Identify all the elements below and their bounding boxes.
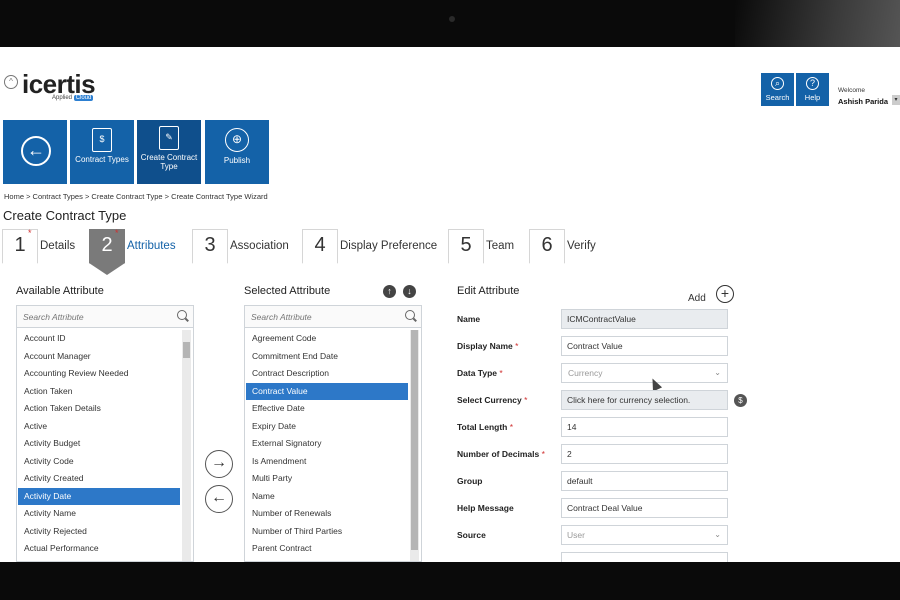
decimals-field[interactable]: 2 <box>561 444 728 464</box>
help-message-field[interactable]: Contract Deal Value <box>561 498 728 518</box>
list-item[interactable]: Effective Date <box>246 400 408 418</box>
welcome-text: Welcome <box>838 87 865 94</box>
available-attribute-title: Available Attribute <box>16 285 104 297</box>
list-item[interactable]: Expiry Date <box>246 418 408 436</box>
search-button[interactable]: ⌕ Search <box>761 73 794 106</box>
name-field[interactable]: ICMContractValue <box>561 309 728 329</box>
data-type-label: Data Type * <box>457 368 503 378</box>
list-item[interactable]: Account Manager <box>18 348 180 366</box>
display-name-label: Display Name * <box>457 341 519 351</box>
list-item[interactable]: Number of Third Parties <box>246 523 408 541</box>
list-item[interactable]: Actual Performance <box>18 540 180 558</box>
chevron-down-icon: ⌄ <box>714 530 721 539</box>
data-type-select[interactable]: Currency ⌄ <box>561 363 728 383</box>
contract-document-icon: $ <box>92 128 112 152</box>
selected-search-input[interactable] <box>251 310 391 324</box>
device-bezel-top <box>0 0 900 47</box>
selected-attribute-list: Agreement CodeCommitment End DateContrac… <box>244 305 422 562</box>
list-item[interactable]: Activity Rejected <box>18 523 180 541</box>
list-item[interactable]: Is Amendment <box>246 453 408 471</box>
scrollbar-thumb[interactable] <box>411 330 418 550</box>
available-search <box>17 306 193 328</box>
list-item[interactable]: Contract Value <box>246 382 408 400</box>
device-bezel-bottom <box>0 562 900 600</box>
list-item[interactable]: Activity Created <box>18 470 180 488</box>
select-currency-field[interactable]: Click here for currency selection. <box>561 390 728 410</box>
required-marker: * <box>28 228 32 238</box>
search-icon: ⌕ <box>771 77 784 90</box>
app-screen: ^ icertis Applied Cloud ⌕ Search ? Help … <box>0 47 900 562</box>
list-item[interactable]: Action Taken <box>18 383 180 401</box>
add-label: Add <box>688 293 706 304</box>
globe-upload-icon: ⊕ <box>225 128 249 152</box>
list-item[interactable]: External Signatory <box>246 435 408 453</box>
logo-tagline: Applied Cloud <box>52 95 94 101</box>
list-item[interactable]: Activity Date <box>18 487 180 505</box>
edit-attribute-title: Edit Attribute <box>457 285 520 297</box>
available-items: Account ID Account Manager Accounting Revi… <box>18 330 180 558</box>
page-title: Create Contract Type <box>3 208 127 223</box>
move-down-icon[interactable]: ↓ <box>403 285 416 298</box>
user-dropdown-icon[interactable]: ▾ <box>892 95 900 105</box>
create-contract-type-button[interactable]: ✎ Create Contract Type <box>137 120 201 184</box>
select-currency-label: Select Currency * <box>457 395 528 405</box>
source-select[interactable]: User ⌄ <box>561 525 728 545</box>
selected-attribute-title: Selected Attribute <box>244 285 331 297</box>
add-attribute-button[interactable]: + <box>716 285 734 303</box>
total-length-field[interactable]: 14 <box>561 417 728 437</box>
list-item[interactable]: Account ID <box>18 330 180 348</box>
group-label: Group <box>457 476 483 486</box>
list-item[interactable]: Activity Name <box>18 505 180 523</box>
list-item[interactable]: Agreement Code <box>246 330 408 348</box>
help-button[interactable]: ? Help <box>796 73 829 106</box>
move-up-icon[interactable]: ↑ <box>383 285 396 298</box>
source-label: Source <box>457 530 486 540</box>
list-item[interactable]: Contract Description <box>246 365 408 383</box>
total-length-label: Total Length * <box>457 422 514 432</box>
selected-search <box>245 306 421 328</box>
help-icon: ? <box>806 77 819 90</box>
list-item[interactable]: Parent Contract <box>246 540 408 558</box>
selected-scrollbar[interactable] <box>410 330 419 561</box>
available-attribute-list: Account IDAccount ManagerAccounting Revi… <box>16 305 194 562</box>
user-name[interactable]: Ashish Parida <box>838 97 888 106</box>
display-name-field[interactable]: Contract Value <box>561 336 728 356</box>
contract-types-button[interactable]: $ Contract Types <box>70 120 134 184</box>
camera <box>449 16 455 22</box>
help-message-label: Help Message <box>457 503 514 513</box>
scrollbar-thumb[interactable] <box>183 342 190 358</box>
back-arrow-icon: ← <box>21 136 51 166</box>
next-field-partial[interactable] <box>561 552 728 562</box>
group-field[interactable]: default <box>561 471 728 491</box>
edit-document-icon: ✎ <box>159 126 179 150</box>
selected-items: Agreement Code Commitment End Date Contrac… <box>246 330 408 558</box>
search-icon[interactable] <box>405 310 415 320</box>
available-scrollbar[interactable] <box>182 330 191 561</box>
list-item[interactable]: Active <box>18 418 180 436</box>
bezel-reflection <box>735 0 900 47</box>
list-item[interactable]: Number of Renewals <box>246 505 408 523</box>
list-item[interactable]: Name <box>246 488 408 506</box>
list-item[interactable]: Multi Party <box>246 470 408 488</box>
logo-swirl-icon: ^ <box>4 75 18 89</box>
back-button[interactable]: ← <box>3 120 67 184</box>
list-item[interactable]: Activity Code <box>18 453 180 471</box>
decimals-label: Number of Decimals * <box>457 449 545 459</box>
required-marker: * <box>115 228 119 238</box>
add-to-selected-button[interactable]: → <box>205 450 233 478</box>
currency-add-icon[interactable]: $ <box>734 394 747 407</box>
list-item[interactable]: Commitment End Date <box>246 348 408 366</box>
list-item[interactable]: Activity Budget <box>18 435 180 453</box>
publish-button[interactable]: ⊕ Publish <box>205 120 269 184</box>
list-item[interactable]: Action Taken Details <box>18 400 180 418</box>
breadcrumb: Home > Contract Types > Create Contract … <box>4 192 268 201</box>
remove-from-selected-button[interactable]: ← <box>205 485 233 513</box>
search-icon[interactable] <box>177 310 187 320</box>
chevron-down-icon: ⌄ <box>714 368 721 377</box>
name-label: Name <box>457 314 481 324</box>
available-search-input[interactable] <box>23 310 163 324</box>
list-item[interactable]: Accounting Review Needed <box>18 365 180 383</box>
